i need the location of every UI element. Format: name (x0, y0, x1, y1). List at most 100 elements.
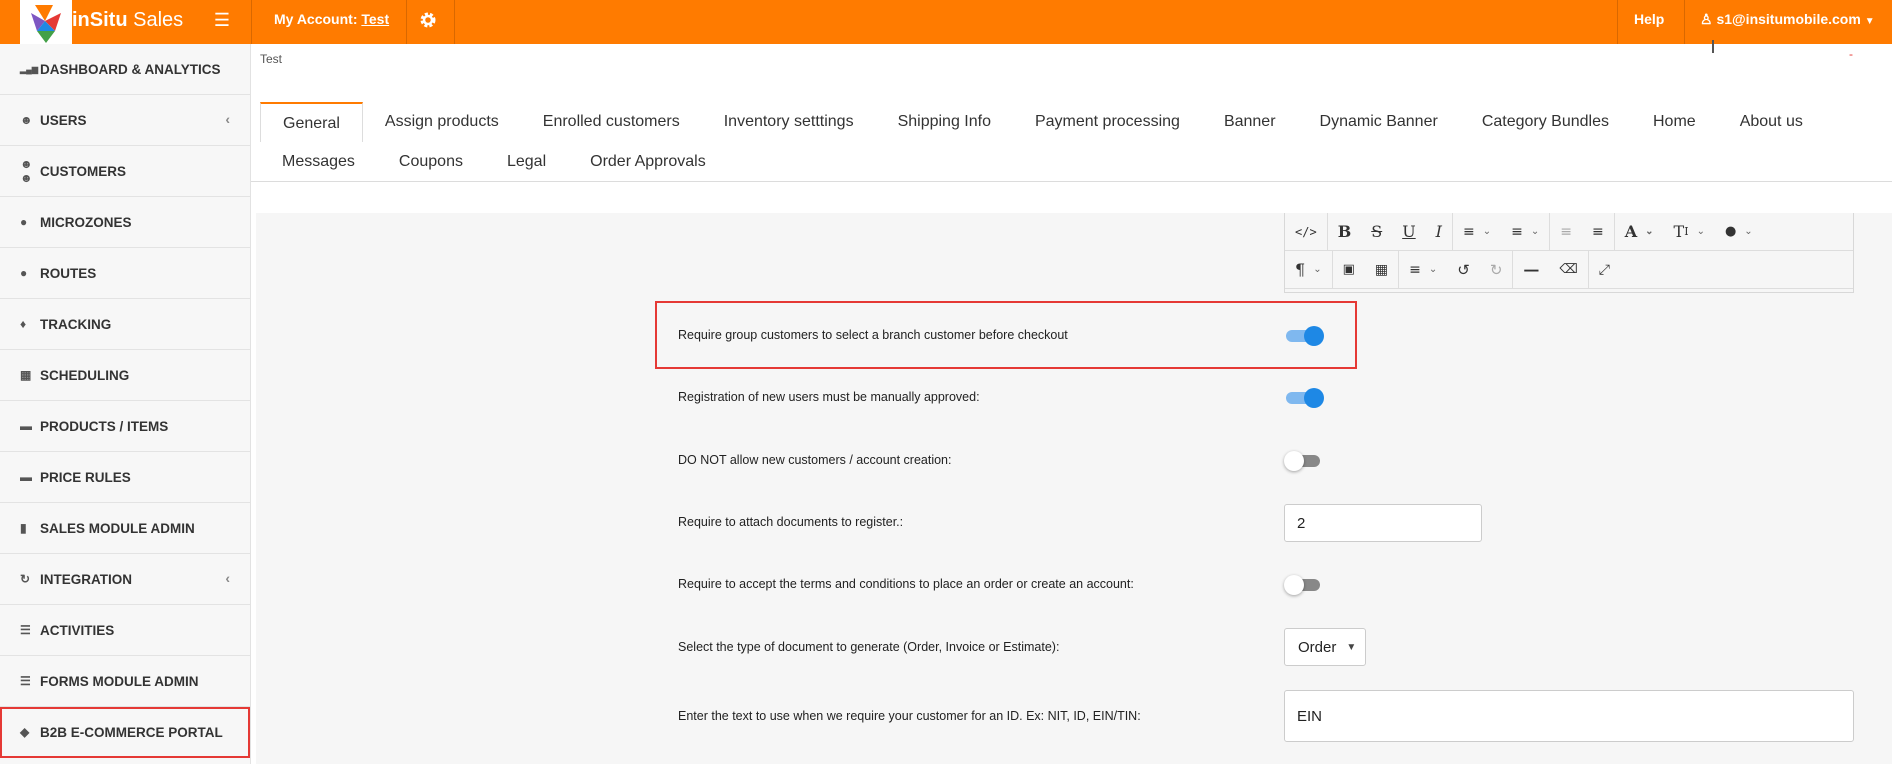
sidebar-item-b2b-e-commerce-portal[interactable]: ◆ B2B E-COMMERCE PORTAL (0, 707, 250, 758)
font-size-icon[interactable]: T I ⌄ (1664, 213, 1715, 251)
tab-about-us[interactable]: About us (1718, 102, 1825, 142)
text-color-icon[interactable]: A ⌄ (1615, 213, 1664, 251)
ordered-list-icon[interactable]: ≡ ⌄ (1501, 213, 1549, 251)
id-text-input[interactable] (1284, 690, 1854, 742)
sidebar-item-products-items[interactable]: ▬ PRODUCTS / ITEMS (0, 401, 250, 452)
fill-color-icon[interactable]: ● ⌄ (1715, 213, 1763, 251)
sidebar-item-label: CUSTOMERS (40, 163, 127, 179)
tab-payment-processing[interactable]: Payment processing (1013, 102, 1202, 142)
sidebar-item-customers[interactable]: ☻☻ CUSTOMERS (0, 146, 250, 197)
tab-coupons[interactable]: Coupons (377, 142, 485, 182)
underline-icon[interactable]: U (1392, 213, 1425, 251)
tabs-divider (251, 181, 1892, 182)
briefcase-icon: ▬ (20, 470, 32, 484)
unordered-list-icon[interactable]: ≡ ⌄ (1453, 213, 1501, 251)
tab-category-bundles[interactable]: Category Bundles (1460, 102, 1631, 142)
manual-approval-label: Registration of new users must be manual… (678, 390, 980, 404)
tab-legal[interactable]: Legal (485, 142, 568, 182)
list-alt-icon: ☰ (20, 623, 31, 637)
manual-approval-toggle[interactable] (1284, 388, 1324, 408)
tab-shipping-info[interactable]: Shipping Info (876, 102, 1013, 142)
sidebar: ▂▄▆ DASHBOARD & ANALYTICS ☻ USERS ‹ ☻☻ CUSTOME… (0, 44, 251, 764)
align-icon[interactable]: ≡ ⌄ (1399, 251, 1447, 289)
outdent-icon[interactable]: ≡ (1550, 213, 1582, 251)
sidebar-item-price-rules[interactable]: ▬ PRICE RULES (0, 452, 250, 503)
globe-icon: ● (20, 266, 28, 280)
sidebar-item-label: ROUTES (40, 265, 97, 281)
fullscreen-icon[interactable]: ⤢ (1589, 251, 1620, 289)
tab-home[interactable]: Home (1631, 102, 1718, 142)
sidebar-item-activities[interactable]: ☰ ACTIVITIES (0, 605, 250, 656)
bold-icon[interactable]: B (1328, 213, 1362, 251)
accept-terms-label: Require to accept the terms and conditio… (678, 577, 1134, 591)
insert-image-icon[interactable]: ▣ (1333, 251, 1365, 289)
tab-general[interactable]: General (260, 102, 363, 142)
sidebar-item-users[interactable]: ☻ USERS ‹ (0, 95, 250, 146)
indicator-mark: - (1849, 47, 1853, 61)
tab-messages[interactable]: Messages (260, 142, 377, 182)
clear-formatting-icon[interactable]: ⌫ (1549, 251, 1587, 289)
strikethrough-icon[interactable]: S (1361, 213, 1392, 251)
sidebar-item-label: PRODUCTS / ITEMS (40, 418, 169, 434)
horizontal-line-icon[interactable]: — (1513, 251, 1549, 289)
chevron-left-icon: ‹ (225, 570, 230, 586)
user-menu[interactable]: ♙ s1@insitumobile.com ▼ (1700, 11, 1875, 28)
caret-down-icon: ▼ (1864, 16, 1875, 27)
document-type-dropdown[interactable]: Order ▼ (1284, 628, 1366, 666)
paragraph-format-icon[interactable]: ¶ ⌄ (1285, 251, 1332, 289)
divider (251, 0, 252, 44)
tabs-row-1: General Assign products Enrolled customers… (260, 102, 1825, 142)
bar-chart-icon: ▂▄▆ (20, 64, 38, 74)
menu-toggle-icon[interactable]: ☰ (212, 10, 232, 30)
sidebar-item-sales-module-admin[interactable]: ▮ SALES MODULE ADMIN (0, 503, 250, 554)
breadcrumb: Test (260, 52, 283, 66)
gear-icon[interactable] (418, 10, 438, 30)
insert-table-icon[interactable]: ▦ (1365, 251, 1398, 289)
no-account-creation-toggle[interactable] (1284, 451, 1324, 471)
my-account-link[interactable]: My Account: Test (274, 11, 389, 27)
sidebar-item-label: MICROZONES (40, 214, 132, 230)
settings-panel (256, 213, 1892, 764)
sidebar-item-dashboard-analytics[interactable]: ▂▄▆ DASHBOARD & ANALYTICS (0, 44, 250, 95)
top-bar: inSitu Sales ☰ My Account: Test Help ♙ s… (0, 0, 1892, 44)
tab-order-approvals[interactable]: Order Approvals (568, 142, 728, 182)
tab-enrolled-customers[interactable]: Enrolled customers (521, 102, 702, 142)
sidebar-item-tracking[interactable]: ♦ TRACKING (0, 299, 250, 350)
tab-dynamic-banner[interactable]: Dynamic Banner (1298, 102, 1460, 142)
sidebar-item-label: PRICE RULES (40, 469, 131, 485)
help-link[interactable]: Help (1634, 11, 1664, 27)
undo-icon[interactable]: ↺ (1447, 251, 1480, 289)
user-email: s1@insitumobile.com (1716, 11, 1861, 27)
accept-terms-toggle[interactable] (1284, 575, 1324, 595)
list-icon: ☰ (20, 674, 31, 688)
branch-required-toggle[interactable] (1284, 326, 1324, 346)
tabs-row-2: Messages Coupons Legal Order Approvals (260, 142, 728, 182)
user-icon: ☻ (20, 113, 33, 127)
divider (406, 0, 407, 44)
sidebar-item-label: FORMS MODULE ADMIN (40, 673, 199, 689)
code-view-icon[interactable]: </> (1285, 213, 1327, 251)
account-name[interactable]: Test (361, 11, 389, 27)
app-logo[interactable] (20, 0, 72, 44)
redo-icon[interactable]: ↻ (1480, 251, 1513, 289)
italic-icon[interactable]: I (1426, 213, 1452, 251)
briefcase-icon: ▬ (20, 419, 32, 433)
tab-banner[interactable]: Banner (1202, 102, 1298, 142)
divider (454, 0, 455, 44)
sidebar-item-routes[interactable]: ● ROUTES (0, 248, 250, 299)
tab-inventory-setttings[interactable]: Inventory setttings (702, 102, 876, 142)
sidebar-item-label: TRACKING (40, 316, 112, 332)
sidebar-item-microzones[interactable]: ● MICROZONES (0, 197, 250, 248)
brand-name: inSitu Sales (72, 9, 184, 31)
sidebar-item-scheduling[interactable]: ▦ SCHEDULING (0, 350, 250, 401)
sidebar-item-forms-module-admin[interactable]: ☰ FORMS MODULE ADMIN (0, 656, 250, 707)
tab-assign-products[interactable]: Assign products (363, 102, 521, 142)
refresh-icon: ↻ (20, 572, 31, 586)
globe-icon: ● (20, 215, 28, 229)
attach-documents-label: Require to attach documents to register.… (678, 515, 904, 529)
sidebar-item-integration[interactable]: ↻ INTEGRATION ‹ (0, 554, 250, 605)
logo-icon (31, 5, 61, 43)
attach-documents-input[interactable] (1284, 504, 1482, 542)
indent-icon[interactable]: ≡ (1582, 213, 1614, 251)
caret-down-icon: ▼ (1346, 641, 1357, 653)
